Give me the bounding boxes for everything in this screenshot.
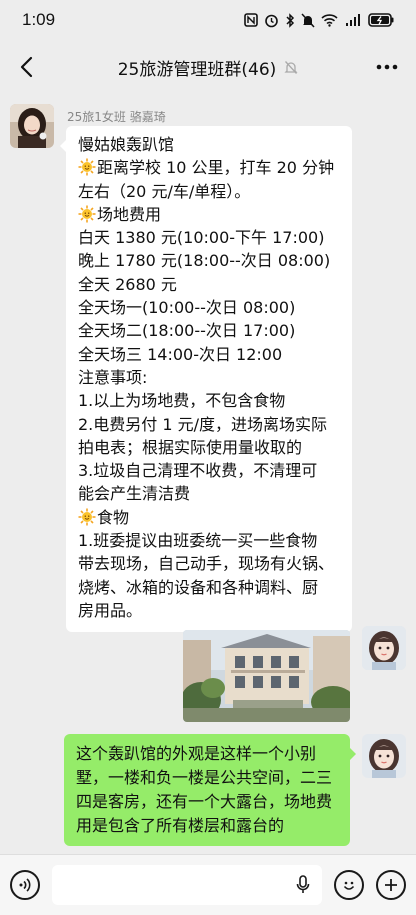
message-line: 场地费用 [78, 203, 341, 226]
sender-name: 25旅1女班 骆嘉琦 [67, 110, 166, 124]
emoji-icon [343, 881, 355, 890]
mic-icon[interactable] [296, 875, 310, 895]
message-line: 全天场三 14:00-次日 12:00 [78, 344, 283, 364]
bluetooth-icon [285, 12, 295, 28]
message-line: 全天 2680 元 [78, 274, 177, 294]
input-bar [0, 854, 416, 915]
status-icons [244, 12, 394, 28]
status-bar: 1:09 [0, 0, 416, 40]
sun-emoji-icon [78, 158, 96, 176]
message-line: 1.班委提议由班委统一买一些食物 [78, 531, 318, 551]
message-line: 3.垃圾自己清理不收费，不清理可 [78, 461, 318, 481]
message-line: 能会产生清洁费 [78, 484, 191, 504]
message-line: 烧烤、冰箱的设备和各种调料、厨 [78, 577, 319, 597]
sent-message-text: 这个轰趴馆的外观是这样一个小别墅，一楼和负一楼是公共空间，二三四是客房，还有一个… [76, 744, 333, 835]
chat-title-group[interactable]: 25旅游管理班群(46) [118, 55, 299, 80]
sun-emoji-icon [78, 508, 96, 526]
message-line: 慢姑娘轰趴馆 [78, 135, 175, 154]
sender-avatar[interactable] [10, 104, 54, 148]
signal-4g-icon [344, 12, 362, 28]
voice-icon [19, 878, 31, 892]
my-avatar[interactable] [362, 626, 406, 670]
message-line: 左右（20 元/车/单程）。 [78, 181, 251, 201]
message-line: 全天场二(18:00--次日 17:00) [78, 321, 296, 341]
battery-charging-icon [368, 12, 394, 28]
message-line: 白天 1380 元(10:00-下午 17:00) [78, 228, 325, 248]
message-line: 注意事项: [78, 367, 148, 387]
nfc-icon [244, 12, 258, 28]
chevron-left-icon [20, 56, 33, 78]
alarm-icon [264, 12, 279, 28]
message-line-text: 食物 [97, 507, 130, 527]
voice-button[interactable] [10, 870, 40, 900]
message-line: 全天场一(10:00--次日 08:00) [78, 298, 296, 318]
message-line: 带去现场，自己动手，现场有火锅、 [78, 554, 335, 574]
wifi-icon [321, 12, 338, 28]
plus-icon [385, 879, 397, 891]
message-line: 房用品。 [78, 600, 143, 620]
mute-icon [301, 12, 315, 28]
more-button[interactable] [372, 52, 402, 82]
message-line: 2.电费另付 1 元/度，进场离场实际 [78, 414, 328, 434]
message-line: 距离学校 10 公里，打车 20 分钟 [78, 156, 341, 179]
villa-photo[interactable] [183, 630, 350, 722]
message-bubble[interactable]: 慢姑娘轰趴馆 距离学校 10 公里，打车 20 分钟 左右（20 元/车/单程）… [60, 126, 352, 633]
message-line: 1.以上为场地费，不包含食物 [78, 391, 286, 411]
chat-header: 25旅游管理班群(46) [0, 40, 416, 94]
emoji-button[interactable] [334, 870, 364, 900]
chat-title: 25旅游管理班群(46) [117, 59, 277, 80]
message-line-text: 距离学校 10 公里，打车 20 分钟 [97, 158, 335, 178]
sun-emoji-icon [78, 205, 96, 223]
message-line-text: 场地费用 [97, 204, 162, 224]
bell-off-icon [284, 60, 298, 75]
status-time: 1:09 [22, 10, 56, 29]
message-line: 晚上 1780 元(18:00--次日 08:00) [78, 251, 331, 271]
plus-button[interactable] [376, 870, 406, 900]
message-line: 拍电表；根据实际使用量收取的 [78, 437, 303, 457]
my-avatar[interactable] [362, 734, 406, 782]
back-button[interactable] [12, 52, 42, 82]
message-input[interactable] [52, 865, 322, 905]
sent-image-message [183, 626, 406, 722]
more-dots-icon [376, 64, 398, 70]
message-line: 食物 [78, 506, 341, 529]
sent-message-bubble[interactable]: 这个轰趴馆的外观是这样一个小别墅，一楼和负一楼是公共空间，二三四是客房，还有一个… [64, 734, 356, 846]
chat-area[interactable]: 25旅1女班 骆嘉琦 慢姑娘轰趴馆 距离学校 10 公里，打车 20 分钟 左右… [0, 94, 416, 854]
